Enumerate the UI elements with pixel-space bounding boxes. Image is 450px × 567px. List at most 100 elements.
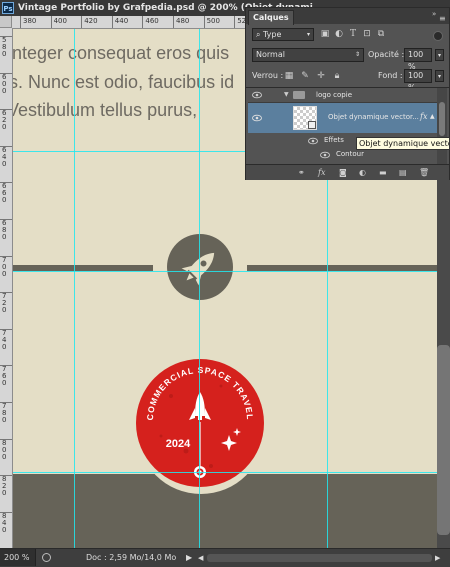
body-line: Vestibulum tellus purus, xyxy=(13,100,198,120)
ruler-tick-label: 700 xyxy=(0,255,12,278)
guide-horizontal[interactable] xyxy=(13,472,437,473)
chevron-updown-icon: ⇕ xyxy=(354,51,360,58)
body-line: Integer consequat eros quis xyxy=(13,43,230,63)
fill-label: Fond : xyxy=(378,71,403,80)
filter-type-icon[interactable]: T xyxy=(348,29,358,39)
new-layer-icon[interactable]: ▤ xyxy=(399,165,407,180)
add-mask-icon[interactable]: ◙ xyxy=(339,165,347,180)
visibility-eye-icon[interactable] xyxy=(308,137,318,145)
link-layers-icon[interactable]: ⚭ xyxy=(298,165,305,180)
fill-dropdown-button[interactable]: ▾ xyxy=(435,70,444,82)
ruler-tick-label: 460 xyxy=(142,16,159,28)
ruler-tick-label: 720 xyxy=(0,292,12,314)
lock-position-icon[interactable]: ✛ xyxy=(316,71,326,81)
group-expand-triangle-icon[interactable]: ▼ xyxy=(284,91,289,98)
blend-mode-select[interactable]: Normal ⇕ xyxy=(252,48,364,62)
ruler-tick-label: 680 xyxy=(0,219,12,241)
layers-list[interactable]: ▼ logo copie Objet dynamique vector... f… xyxy=(246,88,437,164)
badge-year: 2024 xyxy=(166,438,191,450)
scroll-right-arrow-icon[interactable]: ▶ xyxy=(435,549,440,567)
lock-all-icon[interactable]: 🔒︎ xyxy=(332,71,342,81)
scrollbar-thumb[interactable] xyxy=(437,345,450,535)
lock-label: Verrou : xyxy=(252,71,284,80)
add-layer-style-icon[interactable]: fx xyxy=(318,165,325,180)
blend-mode-value: Normal xyxy=(256,50,285,59)
ruler-tick-label: 440 xyxy=(111,16,128,28)
layers-scroll-thumb[interactable] xyxy=(439,102,445,136)
ruler-tick-label: 500 xyxy=(203,16,220,28)
opacity-label: Opacité : xyxy=(368,50,405,59)
effect-item-label: Contour xyxy=(336,150,364,158)
layer-filter-select[interactable]: ⌕ Type ▾ xyxy=(252,28,314,41)
ruler-tick-label: 820 xyxy=(0,475,12,497)
space-travel-badge[interactable]: COMMERCIAL SPACE TRAVEL 2024 xyxy=(131,356,269,496)
tab-calques[interactable]: Calques xyxy=(248,10,294,25)
ruler-tick-label: 480 xyxy=(173,16,189,28)
layer-effects-fx-icon[interactable]: fx xyxy=(420,112,427,121)
layers-panel[interactable]: Calques » ≡ ⌕ Type ▾ ▣ ◐ T ⊡ ⧉ Normal ⇕ … xyxy=(245,7,450,180)
group-name[interactable]: logo copie xyxy=(316,91,352,99)
filter-toggle[interactable] xyxy=(433,31,443,41)
ruler-tick-label: 780 xyxy=(0,402,12,424)
ruler-tick-label: 600 xyxy=(0,72,12,95)
collapse-panel-icon[interactable]: » xyxy=(432,10,436,18)
ruler-tick-label: 760 xyxy=(0,365,12,387)
layer-name-tooltip: Objet dynamique vectoriel xyxy=(356,137,450,150)
visibility-eye-icon[interactable] xyxy=(252,114,262,122)
ruler-tick-label: 740 xyxy=(0,328,12,351)
ruler-tick-label: 420 xyxy=(81,16,98,28)
visibility-eye-icon[interactable] xyxy=(320,151,330,159)
ruler-tick-label: 620 xyxy=(0,109,12,131)
scroll-left-arrow-icon[interactable]: ◀ xyxy=(198,549,203,567)
folder-icon xyxy=(293,91,305,99)
filter-pixel-icon[interactable]: ▣ xyxy=(320,29,330,39)
layer-thumbnail[interactable] xyxy=(293,106,317,130)
status-bar: 200 % Doc : 2,59 Mo/14,0 Mo ▶ ◀ ▶ xyxy=(0,548,450,567)
layers-bottom-toolbar: ⚭ fx ◙ ◐ ▬ ▤ 🗑︎ xyxy=(246,164,449,180)
guide-horizontal[interactable] xyxy=(13,271,437,272)
filter-kind-label: Type xyxy=(263,30,282,39)
filter-shape-icon[interactable]: ⊡ xyxy=(362,29,372,39)
photoshop-app-icon: Ps xyxy=(2,2,14,14)
layers-scrollbar[interactable] xyxy=(437,88,447,164)
ruler-tick-label: 640 xyxy=(0,145,12,168)
effect-item-row[interactable]: Contour xyxy=(248,149,437,161)
smart-object-badge-icon xyxy=(308,121,316,129)
vertical-ruler[interactable]: 580 600 620 640 660 680 700 720 740 760 780 800 820 8… xyxy=(0,28,13,548)
ruler-tick-label: 580 xyxy=(0,36,12,58)
status-info-icon[interactable] xyxy=(42,553,51,562)
visibility-eye-icon[interactable] xyxy=(252,91,262,99)
horizontal-scrollbar[interactable] xyxy=(207,554,432,562)
effects-collapse-triangle-icon[interactable]: ▲ xyxy=(430,113,435,120)
layer-name[interactable]: Objet dynamique vector... xyxy=(328,113,419,121)
filter-adjustment-icon[interactable]: ◐ xyxy=(334,29,344,39)
filter-smart-object-icon[interactable]: ⧉ xyxy=(376,29,386,39)
delete-layer-icon[interactable]: 🗑︎ xyxy=(419,165,429,180)
document-size-info: Doc : 2,59 Mo/14,0 Mo xyxy=(86,553,177,562)
effects-label: Effets xyxy=(324,136,344,144)
body-paragraph: Integer consequat eros quis s. Nunc est … xyxy=(13,39,234,125)
lock-image-icon[interactable]: ✎ xyxy=(300,71,310,81)
ruler-tick-label: 380 xyxy=(20,16,36,28)
fill-input[interactable]: 100 % xyxy=(404,69,432,92)
ruler-tick-label: 660 xyxy=(0,182,12,204)
ruler-tick-label: 400 xyxy=(50,16,67,28)
status-menu-arrow-icon[interactable]: ▶ xyxy=(186,549,192,567)
ruler-tick-label: 840 xyxy=(0,511,12,534)
opacity-dropdown-button[interactable]: ▾ xyxy=(435,49,444,61)
zoom-level[interactable]: 200 % xyxy=(0,549,36,566)
guide-vertical[interactable] xyxy=(199,29,200,548)
chevron-down-icon: ▾ xyxy=(306,31,310,38)
body-line: s. Nunc est odio, faucibus id xyxy=(13,71,235,92)
new-group-icon[interactable]: ▬ xyxy=(379,165,387,180)
rocket-emblem[interactable] xyxy=(153,231,247,301)
layer-group-row[interactable]: ▼ logo copie xyxy=(248,89,437,103)
lock-transparent-icon[interactable]: ▦ xyxy=(284,71,294,81)
new-adjustment-layer-icon[interactable]: ◐ xyxy=(359,165,366,180)
opacity-input[interactable]: 100 % xyxy=(404,48,432,71)
ruler-tick-label: 800 xyxy=(0,438,12,461)
panel-menu-icon[interactable]: ≡ xyxy=(439,15,446,23)
ruler-origin[interactable] xyxy=(0,16,12,28)
layer-row-selected[interactable]: Objet dynamique vector... fx ▲ xyxy=(248,103,437,133)
guide-vertical[interactable] xyxy=(74,29,75,548)
